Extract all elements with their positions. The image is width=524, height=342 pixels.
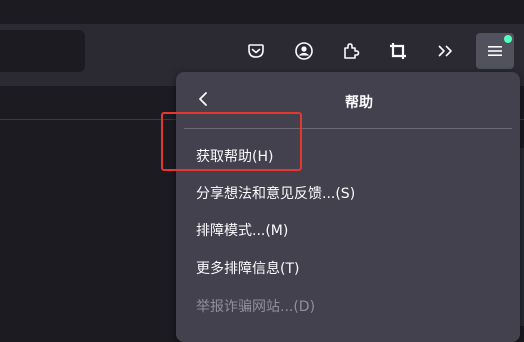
account-button[interactable] xyxy=(289,36,319,66)
overflow-icon xyxy=(435,41,455,61)
extensions-icon xyxy=(341,41,361,61)
extensions-button[interactable] xyxy=(336,36,366,66)
account-icon xyxy=(294,41,314,61)
menu-item-more-troubleshooting[interactable]: 更多排障信息(T) xyxy=(184,251,512,285)
screenshot-icon xyxy=(388,41,408,61)
highlight-annotation xyxy=(161,112,302,171)
update-badge-icon xyxy=(504,35,512,43)
title-strip xyxy=(0,0,524,24)
screenshot-button[interactable] xyxy=(383,36,413,66)
app-menu-button[interactable] xyxy=(476,33,514,69)
url-bar[interactable] xyxy=(0,30,85,72)
menu-item-report-deceptive-site: 举报诈骗网站...(D) xyxy=(196,299,316,315)
menu-item-share-feedback[interactable]: 分享想法和意见反馈...(S) xyxy=(184,176,512,210)
overflow-button[interactable] xyxy=(430,36,460,66)
app-menu-icon xyxy=(486,43,504,59)
menu-item-troubleshoot-mode[interactable]: 排障模式...(M) xyxy=(184,213,512,247)
panel-title: 帮助 xyxy=(345,95,373,111)
pocket-icon xyxy=(247,42,265,60)
pocket-button[interactable] xyxy=(241,36,271,66)
